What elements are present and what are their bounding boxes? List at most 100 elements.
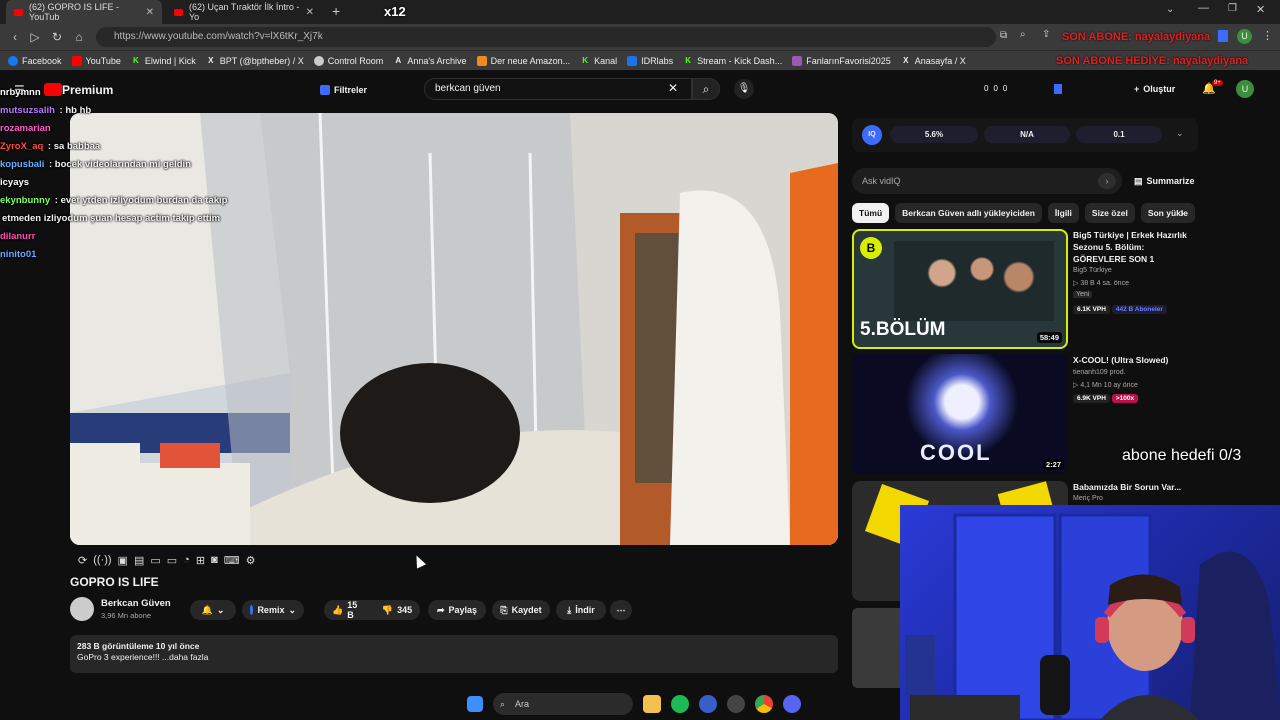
rec-meta: ▷ 4,1 Mn 10 ay önce: [1073, 382, 1138, 389]
close-icon[interactable]: ✕: [146, 7, 154, 18]
next-thumbnail[interactable]: [852, 608, 900, 688]
menu-icon[interactable]: ⋮: [1262, 29, 1273, 42]
forward-icon[interactable]: ▷: [26, 28, 44, 46]
close-icon[interactable]: ✕: [306, 7, 314, 18]
vidiq-logo-icon: IQ: [862, 125, 882, 145]
gear-icon[interactable]: ⚙: [246, 554, 256, 567]
tab-gopro[interactable]: (62) GOPRO IS LIFE - YouTub ✕: [6, 0, 162, 24]
cast-icon[interactable]: ⧉: [1000, 30, 1007, 41]
maximize-icon[interactable]: ❐: [1228, 3, 1237, 14]
audio-icon[interactable]: ((·)): [93, 554, 111, 566]
chevron-right-icon[interactable]: ›: [1180, 206, 1184, 220]
create-button[interactable]: + Oluştur: [1134, 80, 1175, 98]
browser-icon[interactable]: [699, 695, 717, 713]
tab-ucan[interactable]: (62) Uçan Tıraktör İlk İntro - Yo ✕: [166, 0, 322, 24]
download-button[interactable]: ⤓ İndir: [556, 600, 606, 620]
speed-icon[interactable]: ◔: [183, 554, 190, 566]
bookmark-anasayfa[interactable]: X Anasayfa / X: [901, 56, 966, 66]
rec-channel[interactable]: Meriç Pro: [1073, 495, 1103, 502]
screenshot-icon[interactable]: ▭: [150, 554, 160, 567]
bookmark-fanlarin[interactable]: FanlarınFavorisi2025: [792, 55, 891, 66]
home-icon[interactable]: ⌂: [70, 28, 88, 46]
recommendation-big5[interactable]: B 5.BÖLÜM 58:49 Big5 Türkiye | Erkek Haz…: [852, 229, 1202, 349]
bookmark-youtube[interactable]: YouTube: [71, 55, 121, 66]
new-tab-button[interactable]: +: [332, 3, 340, 19]
dislike-button[interactable]: 👎 345: [374, 600, 420, 620]
chrome-icon[interactable]: [755, 695, 773, 713]
share-button[interactable]: ➦ Paylaş: [428, 600, 486, 620]
minimize-icon[interactable]: —: [1198, 2, 1209, 14]
keyboard-icon[interactable]: ⌨: [224, 554, 240, 567]
bookmark-control-room[interactable]: Control Room: [313, 55, 384, 66]
bookmark-idrlabs[interactable]: IDRlabs: [627, 55, 673, 66]
more-actions-button[interactable]: ⋯: [610, 600, 632, 620]
thumbnail[interactable]: B 5.BÖLÜM 58:49: [852, 229, 1068, 349]
theater-icon[interactable]: ▭: [167, 554, 177, 567]
camera-icon[interactable]: ◙: [211, 554, 218, 566]
bookmark-annas-archive[interactable]: A Anna's Archive: [393, 56, 466, 66]
chip-related[interactable]: İlgili: [1047, 203, 1079, 223]
reload-icon[interactable]: ↻: [48, 28, 66, 46]
chip-all[interactable]: Tümü: [852, 203, 890, 223]
chat-username: icyays: [0, 177, 30, 188]
miniplayer-icon[interactable]: ▣: [118, 554, 128, 567]
channel-avatar[interactable]: [70, 597, 94, 621]
obs-icon[interactable]: [727, 695, 745, 713]
mic-icon[interactable]: 🎙: [734, 79, 754, 99]
bookmark-kick-dash[interactable]: K Stream - Kick Dash...: [683, 56, 782, 66]
send-icon[interactable]: ›: [1098, 173, 1116, 189]
save-button[interactable]: ⎘ Kaydet: [492, 600, 550, 620]
subscribe-bell-button[interactable]: 🔔 ⌄: [190, 600, 236, 620]
vidiq-toolbar-icon[interactable]: [1054, 84, 1062, 94]
close-window-icon[interactable]: ✕: [1256, 3, 1265, 16]
share-icon[interactable]: ⇪: [1042, 29, 1050, 40]
duration: 58:49: [1036, 332, 1062, 343]
rec-channel[interactable]: Big5 Türkiye: [1073, 267, 1112, 274]
summarize-button[interactable]: ▤ Summarize: [1134, 176, 1195, 187]
back-icon[interactable]: ‹: [6, 28, 24, 46]
add-icon[interactable]: ⊞: [196, 554, 205, 567]
windows-start-icon[interactable]: [467, 696, 483, 712]
bookmark-bpt[interactable]: X BPT (@bptheber) / X: [206, 56, 304, 66]
thumbnail[interactable]: COOL 2:27: [852, 354, 1068, 474]
bookmark-facebook[interactable]: Facebook: [8, 55, 62, 66]
bookmark-elwind[interactable]: K Elwind | Kick: [131, 56, 196, 66]
clear-search-icon[interactable]: ✕: [668, 81, 678, 95]
search-button[interactable]: ⌕: [692, 78, 720, 100]
bookmark-label: Control Room: [327, 55, 384, 66]
youtube-icon: [71, 55, 82, 66]
bookmark-label: Anasayfa / X: [914, 55, 966, 66]
taskbar-search[interactable]: ⌕ Ara: [493, 693, 633, 715]
extension-icon[interactable]: [1218, 30, 1228, 42]
discord-icon[interactable]: [783, 695, 801, 713]
obs-icon: [313, 55, 324, 66]
channel-name[interactable]: Berkcan Güven: [101, 598, 171, 609]
x-icon: X: [903, 55, 909, 65]
rec-channel[interactable]: tienanh109 prod.: [1073, 369, 1126, 376]
description-box[interactable]: 283 B görüntüleme 10 yıl önce GoPro 3 ex…: [70, 635, 838, 673]
like-button[interactable]: 👍 15 B: [324, 600, 374, 620]
profile-avatar[interactable]: U: [1237, 29, 1252, 44]
zoom-icon[interactable]: ⌕: [1020, 29, 1026, 40]
avatar[interactable]: U: [1236, 80, 1254, 98]
film-icon[interactable]: ▤: [134, 554, 144, 567]
chip-for-you[interactable]: Size özel: [1084, 203, 1135, 223]
filters-label: Filtreler: [334, 85, 368, 95]
url-field[interactable]: https://www.youtube.com/watch?v=lX6tKr_X…: [96, 27, 996, 47]
remix-button[interactable]: Remix ⌄: [242, 600, 304, 620]
loop-icon[interactable]: ⟳: [78, 554, 87, 567]
remix-label: Remix: [257, 605, 285, 615]
spotify-icon[interactable]: [671, 695, 689, 713]
file-explorer-icon[interactable]: [643, 695, 661, 713]
chevron-down-icon[interactable]: ⌄: [1176, 128, 1184, 139]
big5-logo-icon: B: [860, 237, 882, 259]
chip-uploader[interactable]: Berkcan Güven adlı yükleyiciden: [895, 203, 1042, 223]
bookmark-amazon[interactable]: Der neue Amazon...: [476, 55, 570, 66]
ask-vidiq-input[interactable]: Ask vidIQ: [852, 168, 1122, 194]
chip-recent[interactable]: Son yükle: [1140, 203, 1195, 223]
search-input[interactable]: berkcan güven: [424, 78, 692, 100]
tab-list-icon[interactable]: ⌄: [1166, 4, 1174, 15]
filters-button[interactable]: Filtreler: [320, 82, 367, 98]
dislike-count: 345: [397, 605, 413, 615]
bookmark-kanal[interactable]: K Kanal: [580, 56, 617, 66]
